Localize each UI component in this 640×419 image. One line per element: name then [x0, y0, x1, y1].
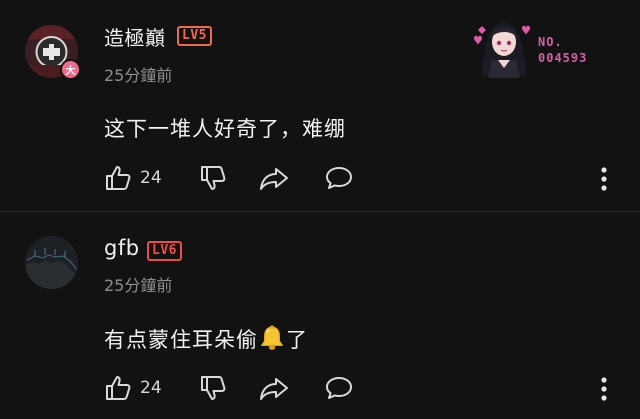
bell-emoji-icon: [260, 325, 284, 350]
level-badge: LV6: [147, 241, 182, 261]
username[interactable]: 造極巔: [104, 22, 166, 51]
avatar-vip-badge: 大: [60, 59, 81, 80]
thumbs-up-icon: [106, 166, 131, 190]
level-label: LV5: [177, 26, 212, 46]
comment-text-after: 了: [286, 328, 308, 352]
share-icon[interactable]: [259, 164, 289, 192]
reply-icon[interactable]: [325, 164, 353, 192]
thumbs-down-icon[interactable]: [199, 164, 227, 192]
fan-badge-number: NO. 004593: [538, 34, 587, 66]
like-button[interactable]: 24: [104, 374, 162, 402]
thumbs-down-icon[interactable]: [199, 374, 227, 402]
comment-item: 大 造極巔 LV5 25分鐘前 NO. 004593 这下一堆人好奇了，难绷 2…: [0, 0, 640, 210]
avatar-image: [25, 236, 78, 289]
reply-icon[interactable]: [325, 374, 353, 402]
timestamp: 25分鐘前: [104, 276, 173, 295]
timestamp: 25分鐘前: [104, 66, 173, 85]
thumbs-up-icon: [106, 376, 131, 400]
username[interactable]: gfb: [104, 236, 140, 260]
anime-girl-icon: [474, 22, 530, 78]
comment-text-before: 有点蒙住耳朵偷: [104, 328, 258, 352]
comment-text: 有点蒙住耳朵偷 了: [104, 324, 308, 354]
comment-actions: 24: [104, 163, 352, 193]
more-vertical-icon[interactable]: [590, 376, 618, 402]
level-badge: LV5: [177, 26, 212, 46]
comment-item: gfb LV6 25分鐘前 有点蒙住耳朵偷 了 24: [0, 212, 640, 419]
like-count: 24: [140, 168, 162, 188]
more-vertical-icon[interactable]: [590, 166, 618, 192]
comment-actions: 24: [104, 373, 352, 403]
avatar[interactable]: 大: [25, 25, 81, 80]
fan-badge-no-label: NO.: [538, 35, 563, 49]
like-button[interactable]: 24: [104, 164, 162, 192]
avatar[interactable]: [25, 236, 78, 289]
level-label: LV6: [147, 241, 182, 261]
like-count: 24: [140, 378, 162, 398]
fan-badge-no-value: 004593: [538, 51, 588, 65]
comment-text: 这下一堆人好奇了，难绷: [104, 117, 346, 141]
share-icon[interactable]: [259, 374, 289, 402]
